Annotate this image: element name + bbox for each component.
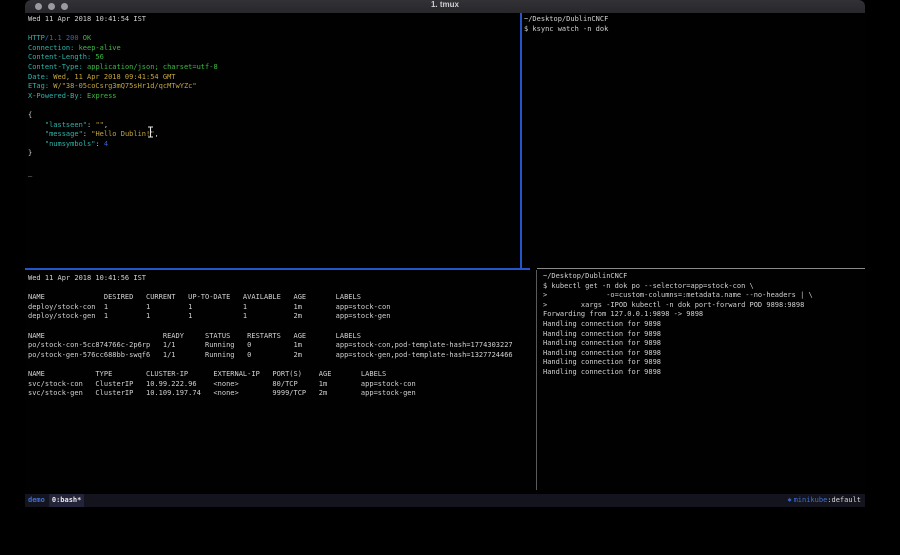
terminal-line: Content-Length: 56 bbox=[28, 53, 520, 63]
terminal-window: 1. tmux Wed 11 Apr 2018 10:41:54 IST HTT… bbox=[25, 0, 865, 507]
terminal-line: ~/Desktop/DublinCNCF bbox=[543, 272, 865, 282]
terminal-line: Wed 11 Apr 2018 10:41:56 IST bbox=[28, 274, 536, 284]
terminal-line: _ bbox=[28, 169, 520, 179]
terminal-line: NAME READY STATUS RESTARTS AGE LABELS bbox=[28, 332, 536, 342]
pane-divider-horizontal[interactable] bbox=[537, 268, 865, 269]
terminal-line: Handling connection for 9898 bbox=[543, 349, 865, 359]
tmux-status-bar: demo 0:bash* ⎈ minikube :default bbox=[25, 494, 865, 507]
terminal-line bbox=[28, 322, 536, 332]
pane-divider-vertical[interactable] bbox=[536, 270, 537, 490]
terminal-line: X-Powered-By: Express bbox=[28, 92, 520, 102]
terminal-line: Handling connection for 9898 bbox=[543, 320, 865, 330]
terminal-line bbox=[28, 159, 520, 169]
terminal-line: deploy/stock-gen 1 1 1 1 2m app=stock-ge… bbox=[28, 312, 536, 322]
terminal-line: "numsymbols": 4 bbox=[28, 140, 520, 150]
terminal-line bbox=[28, 25, 520, 35]
kube-context: minikube bbox=[794, 494, 828, 507]
terminal-line: Handling connection for 9898 bbox=[543, 339, 865, 349]
close-icon[interactable] bbox=[35, 3, 42, 10]
terminal-line: ETag: W/"38-05coCsrg3mQ75sHr1d/qcMTwYZc" bbox=[28, 82, 520, 92]
terminal-line: "message": "Hello Dublin!", bbox=[28, 130, 520, 140]
terminal-line bbox=[28, 360, 536, 370]
session-name-badge: demo bbox=[28, 494, 45, 507]
terminal-line: Handling connection for 9898 bbox=[543, 330, 865, 340]
terminal-line: Wed 11 Apr 2018 10:41:54 IST bbox=[28, 15, 520, 25]
terminal-line: svc/stock-gen ClusterIP 10.109.197.74 <n… bbox=[28, 389, 536, 399]
pane-kubectl-resources[interactable]: Wed 11 Apr 2018 10:41:56 IST NAME DESIRE… bbox=[25, 270, 536, 490]
terminal-line: { bbox=[28, 111, 520, 121]
terminal-line: Content-Type: application/json; charset=… bbox=[28, 63, 520, 73]
window-title: 1. tmux bbox=[25, 0, 865, 13]
terminal-line bbox=[28, 284, 536, 294]
terminal-line: $ ksync watch -n dok bbox=[524, 25, 865, 35]
pane-port-forward-log[interactable]: ~/Desktop/DublinCNCF$ kubectl get -n dok… bbox=[538, 270, 865, 490]
helm-icon: ⎈ bbox=[787, 494, 791, 507]
terminal-line bbox=[28, 101, 520, 111]
terminal-line: $ kubectl get -n dok po --selector=app=s… bbox=[543, 282, 865, 292]
zoom-icon[interactable] bbox=[61, 3, 68, 10]
window-titlebar[interactable]: 1. tmux bbox=[25, 0, 865, 13]
terminal-line: NAME DESIRED CURRENT UP-TO-DATE AVAILABL… bbox=[28, 293, 536, 303]
pane-ksync-watch[interactable]: ~/Desktop/DublinCNCF$ ksync watch -n dok bbox=[522, 13, 865, 268]
terminal-line: Forwarding from 127.0.0.1:9898 -> 9898 bbox=[543, 310, 865, 320]
terminal-line: HTTP/1.1 200 OK bbox=[28, 34, 520, 44]
desktop-background: 1. tmux Wed 11 Apr 2018 10:41:54 IST HTT… bbox=[0, 0, 900, 555]
traffic-lights bbox=[35, 3, 68, 10]
terminal-line: Handling connection for 9898 bbox=[543, 358, 865, 368]
terminal-line: Date: Wed, 11 Apr 2018 09:41:54 GMT bbox=[28, 73, 520, 83]
pane-http-response[interactable]: Wed 11 Apr 2018 10:41:54 IST HTTP/1.1 20… bbox=[25, 13, 520, 268]
minimize-icon[interactable] bbox=[48, 3, 55, 10]
terminal-line: po/stock-con-5cc874766c-2p6rp 1/1 Runnin… bbox=[28, 341, 536, 351]
terminal-line: svc/stock-con ClusterIP 10.99.222.96 <no… bbox=[28, 380, 536, 390]
terminal-line: po/stock-gen-576cc688bb-swqf6 1/1 Runnin… bbox=[28, 351, 536, 361]
kube-namespace: :default bbox=[827, 494, 861, 507]
window-tab-current[interactable]: 0:bash* bbox=[49, 494, 85, 507]
terminal-line: NAME TYPE CLUSTER-IP EXTERNAL-IP PORT(S)… bbox=[28, 370, 536, 380]
terminal-line: deploy/stock-con 1 1 1 1 1m app=stock-co… bbox=[28, 303, 536, 313]
terminal-line: ~/Desktop/DublinCNCF bbox=[524, 15, 865, 25]
terminal-line: > xargs -IPOD kubectl -n dok port-forwar… bbox=[543, 301, 865, 311]
text-cursor-pointer bbox=[147, 125, 155, 137]
terminal-line: > -o=custom-columns=:metadata.name --no-… bbox=[543, 291, 865, 301]
terminal-line: Handling connection for 9898 bbox=[543, 368, 865, 378]
terminal-line: } bbox=[28, 149, 520, 159]
terminal-line: "lastseen": "", bbox=[28, 121, 520, 131]
terminal-line: Connection: keep-alive bbox=[28, 44, 520, 54]
